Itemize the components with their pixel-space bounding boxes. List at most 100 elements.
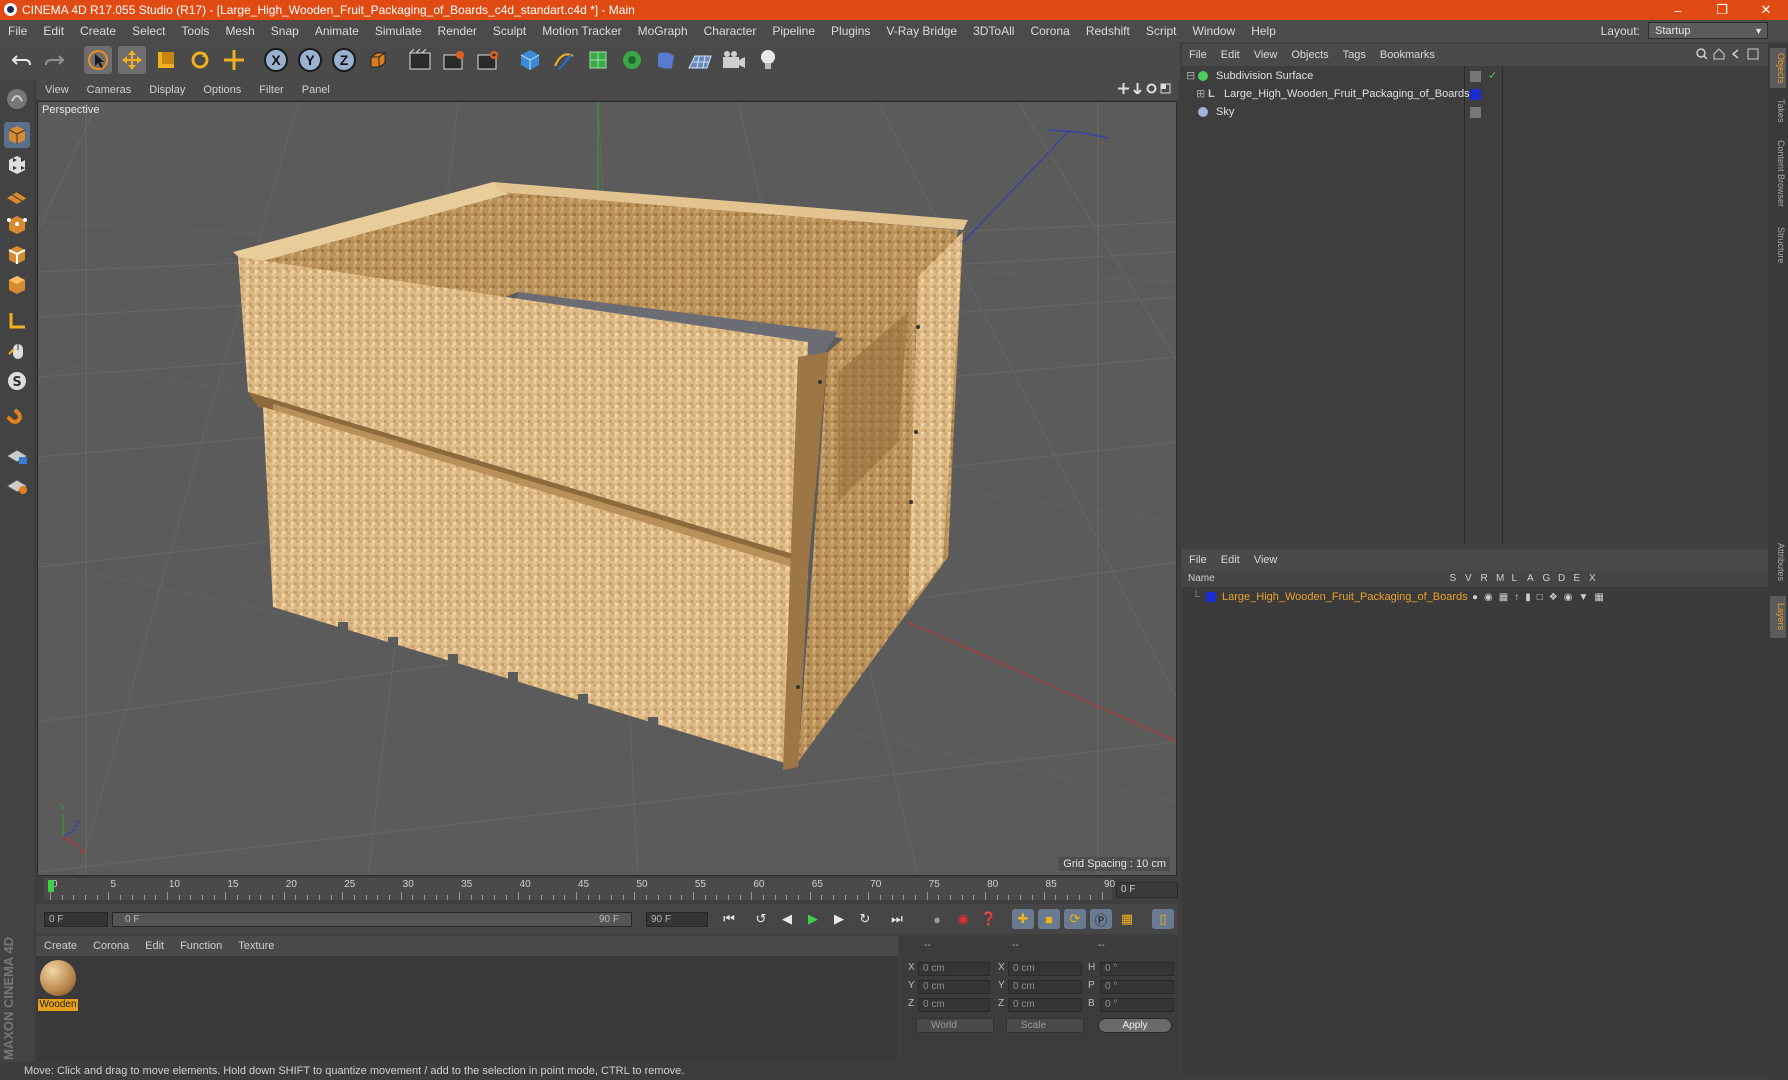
menu-script[interactable]: Script: [1138, 24, 1185, 38]
object-menu-bookmarks[interactable]: Bookmarks: [1373, 49, 1442, 61]
viewport-menu-display[interactable]: Display: [140, 84, 194, 96]
layer-menu-file[interactable]: File: [1182, 554, 1214, 566]
snap-magnet-icon[interactable]: [4, 406, 30, 432]
workplane-icon[interactable]: [4, 182, 30, 208]
keyframe-selection-icon[interactable]: ❓: [978, 909, 1000, 929]
menu-corona[interactable]: Corona: [1022, 24, 1077, 38]
layer-row[interactable]: └ Large_High_Wooden_Fruit_Packaging_of_B…: [1182, 589, 1768, 606]
playhead-marker[interactable]: [48, 880, 54, 892]
axis-x-lock[interactable]: X: [262, 46, 290, 74]
go-to-start-icon[interactable]: ⏮: [718, 909, 740, 929]
minimize-button[interactable]: –: [1656, 0, 1700, 20]
menu-mesh[interactable]: Mesh: [217, 24, 262, 38]
search-icon[interactable]: [1696, 47, 1708, 63]
object-menu-file[interactable]: File: [1182, 49, 1214, 61]
object-menu-edit[interactable]: Edit: [1214, 49, 1247, 61]
coordinate-system-icon[interactable]: [364, 46, 392, 74]
menu-animate[interactable]: Animate: [307, 24, 367, 38]
pan-view-icon[interactable]: [1118, 83, 1129, 97]
enabled-check-icon[interactable]: ✓: [1488, 68, 1497, 85]
timeline-ruler[interactable]: 0 5 10 15 20 25 30 35 40 45 50 55 60 65 70 75 80 85 90: [44, 878, 1115, 900]
rotate-view-icon[interactable]: [1146, 83, 1157, 97]
subdivision-surface-icon[interactable]: [584, 46, 612, 74]
solo-mode-icon[interactable]: S: [4, 368, 30, 394]
visibility-dots-icon[interactable]: [1470, 71, 1481, 82]
current-frame-field[interactable]: 0 F: [1116, 882, 1178, 898]
coord-rotation-h-field[interactable]: 0 °: [1100, 962, 1174, 976]
object-menu-tags[interactable]: Tags: [1336, 49, 1373, 61]
tab-layers[interactable]: Layers: [1770, 596, 1786, 638]
redo-icon[interactable]: [40, 46, 68, 74]
menu-select[interactable]: Select: [124, 24, 173, 38]
tab-structure[interactable]: Structure: [1770, 220, 1786, 270]
layer-color-swatch[interactable]: [1206, 592, 1216, 602]
auto-keying-icon[interactable]: ◉: [952, 909, 974, 929]
viewport-menu-cameras[interactable]: Cameras: [78, 84, 141, 96]
object-row-subdivision-surface[interactable]: ⊟ Subdivision Surface ✓: [1182, 68, 1768, 85]
layer-flags-icons[interactable]: ●◉▦↑▮□❖◉▼▦: [1472, 589, 1610, 606]
step-forward-icon[interactable]: ▶: [828, 909, 850, 929]
camera-icon[interactable]: [720, 46, 748, 74]
scale-tool-icon[interactable]: [152, 46, 180, 74]
coord-size-x-field[interactable]: 0 cm: [1008, 962, 1082, 976]
new-view-icon[interactable]: [1747, 48, 1759, 63]
home-icon[interactable]: [1713, 47, 1725, 63]
menu-help[interactable]: Help: [1243, 24, 1284, 38]
edges-mode-icon[interactable]: [4, 242, 30, 268]
grid-lock-icon[interactable]: [4, 442, 30, 468]
menu-snap[interactable]: Snap: [263, 24, 307, 38]
menu-redshift[interactable]: Redshift: [1078, 24, 1138, 38]
layer-color-swatch[interactable]: [1470, 89, 1481, 100]
layer-menu-view[interactable]: View: [1247, 554, 1285, 566]
render-view-icon[interactable]: [406, 46, 434, 74]
go-to-end-icon[interactable]: ⏭: [886, 909, 908, 929]
tab-content-browser[interactable]: Content Browser: [1770, 134, 1786, 214]
cube-object-icon[interactable]: [516, 46, 544, 74]
layer-menu-edit[interactable]: Edit: [1214, 554, 1247, 566]
coord-rotation-p-field[interactable]: 0 °: [1100, 980, 1174, 994]
viewport-menu-options[interactable]: Options: [194, 84, 250, 96]
menu-window[interactable]: Window: [1185, 24, 1244, 38]
menu-render[interactable]: Render: [430, 24, 485, 38]
menu-tools[interactable]: Tools: [173, 24, 217, 38]
coord-position-x-field[interactable]: 0 cm: [918, 962, 990, 976]
next-key-icon[interactable]: ↻: [854, 909, 876, 929]
render-settings-icon[interactable]: [474, 46, 502, 74]
move-tool-icon[interactable]: [118, 46, 146, 74]
visibility-dots-icon[interactable]: [1470, 107, 1481, 118]
render-picture-viewer-icon[interactable]: [440, 46, 468, 74]
model-mode-icon[interactable]: [4, 122, 30, 148]
menu-pipeline[interactable]: Pipeline: [764, 24, 823, 38]
expand-toggle-icon[interactable]: ⊞: [1196, 86, 1205, 103]
viewport-menu-view[interactable]: View: [36, 84, 78, 96]
grid-snap-icon[interactable]: [4, 472, 30, 498]
back-icon[interactable]: [1730, 48, 1742, 63]
key-pla-icon[interactable]: ▦: [1116, 909, 1138, 929]
material-menu-corona[interactable]: Corona: [85, 940, 137, 952]
floor-scene-icon[interactable]: [686, 46, 714, 74]
start-frame-field[interactable]: 0 F: [44, 912, 108, 927]
collapse-toggle-icon[interactable]: ⊟: [1186, 68, 1195, 85]
object-menu-objects[interactable]: Objects: [1284, 49, 1335, 61]
key-scale-icon[interactable]: ■: [1038, 909, 1060, 929]
object-row-crate[interactable]: ⊞ L Large_High_Wooden_Fruit_Packaging_of…: [1182, 86, 1768, 103]
axis-y-lock[interactable]: Y: [296, 46, 324, 74]
select-arrow-icon[interactable]: [84, 46, 112, 74]
menu-v-ray-bridge[interactable]: V-Ray Bridge: [878, 24, 965, 38]
spline-pen-icon[interactable]: [550, 46, 578, 74]
coord-size-z-field[interactable]: 0 cm: [1008, 998, 1082, 1012]
material-menu-function[interactable]: Function: [172, 940, 230, 952]
menu-simulate[interactable]: Simulate: [367, 24, 430, 38]
key-parameter-icon[interactable]: Ⓟ: [1090, 909, 1112, 929]
menu-mograph[interactable]: MoGraph: [630, 24, 696, 38]
menu-sculpt[interactable]: Sculpt: [485, 24, 534, 38]
object-row-sky[interactable]: Sky: [1182, 104, 1768, 121]
points-mode-icon[interactable]: [4, 212, 30, 238]
previous-key-icon[interactable]: ↺: [750, 909, 772, 929]
texture-mode-icon[interactable]: [4, 152, 30, 178]
coord-rotation-b-field[interactable]: 0 °: [1100, 998, 1174, 1012]
polygons-mode-icon[interactable]: [4, 272, 30, 298]
menu-character[interactable]: Character: [696, 24, 765, 38]
menu-edit[interactable]: Edit: [35, 24, 72, 38]
deformer-icon[interactable]: [652, 46, 680, 74]
